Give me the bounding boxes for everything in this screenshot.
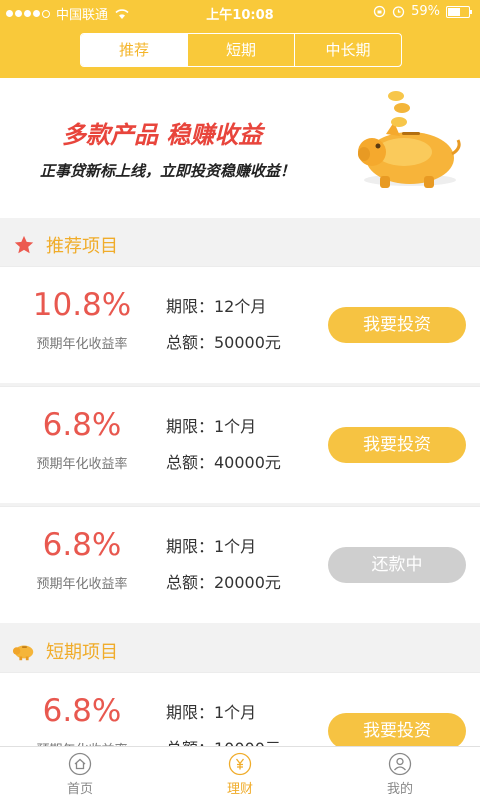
product-amount: 总额：20000元 — [166, 573, 281, 592]
invest-button[interactable]: 我要投资 — [328, 307, 466, 343]
alarm-icon — [392, 6, 405, 18]
product-rate-label: 预期年化收益率 — [36, 577, 128, 592]
section-title: 推荐项目 — [46, 236, 118, 257]
piggy-bank-icon — [358, 91, 461, 188]
piggy-icon — [12, 639, 36, 663]
section-title: 短期项目 — [46, 642, 118, 663]
nav-label: 我的 — [386, 781, 413, 797]
rotation-lock-icon — [373, 5, 386, 18]
product-rate: 6.8% — [42, 407, 122, 443]
battery-icon — [446, 5, 472, 18]
product-term: 期限：12个月 — [166, 297, 267, 316]
product-term: 期限：1个月 — [166, 703, 257, 722]
tab-short-term[interactable]: 短期 — [188, 34, 295, 66]
section-recommended: 推荐项目 — [0, 222, 480, 268]
star-icon — [12, 233, 36, 257]
invest-button[interactable]: 我要投资 — [328, 427, 466, 463]
product-rate: 6.8% — [42, 693, 122, 729]
status-bar: 中国联通 上午10:08 59% — [0, 0, 480, 24]
repaying-button[interactable]: 还款中 — [328, 547, 466, 583]
product-card: 6.8% 预期年化收益率 期限：1个月 总额：40000元 我要投资 — [0, 386, 480, 503]
promo-banner[interactable]: 多款产品 稳赚收益 正事贷新标上线，立即投资稳赚收益！ — [0, 78, 480, 218]
nav-label: 理财 — [226, 781, 253, 797]
nav-label: 首页 — [66, 781, 93, 797]
banner-title: 多款产品 稳赚收益 — [62, 121, 263, 149]
product-amount: 总额：40000元 — [166, 453, 281, 472]
top-bar: 中国联通 上午10:08 59% 推荐 短期 中长期 — [0, 0, 480, 78]
tab-recommended[interactable]: 推荐 — [81, 34, 188, 66]
invest-button[interactable]: 我要投资 — [328, 713, 466, 749]
nav-profile[interactable]: 我的 — [320, 747, 480, 801]
product-card: 10.8% 预期年化收益率 期限：12个月 总额：50000元 我要投资 — [0, 266, 480, 383]
product-rate-label: 预期年化收益率 — [36, 337, 128, 352]
product-rate: 6.8% — [42, 527, 122, 563]
nav-finance[interactable]: 理财 — [160, 747, 320, 801]
battery-percent: 59% — [411, 4, 440, 19]
bottom-nav: 首页 理财 我的 — [0, 746, 480, 801]
user-icon — [388, 752, 412, 775]
banner-subtitle: 正事贷新标上线，立即投资稳赚收益！ — [40, 162, 296, 180]
yuan-icon — [228, 752, 252, 775]
product-amount: 总额：50000元 — [166, 333, 281, 352]
product-rate-label: 预期年化收益率 — [36, 457, 128, 472]
product-term: 期限：1个月 — [166, 537, 257, 556]
nav-home[interactable]: 首页 — [0, 747, 160, 801]
product-card: 6.8% 预期年化收益率 期限：1个月 总额：20000元 还款中 — [0, 506, 480, 623]
product-term: 期限：1个月 — [166, 417, 257, 436]
section-short-term: 短期项目 — [0, 628, 480, 674]
home-icon — [68, 752, 92, 775]
tab-long-term[interactable]: 中长期 — [295, 34, 401, 66]
product-rate: 10.8% — [32, 287, 132, 323]
category-tabs: 推荐 短期 中长期 — [80, 33, 402, 67]
